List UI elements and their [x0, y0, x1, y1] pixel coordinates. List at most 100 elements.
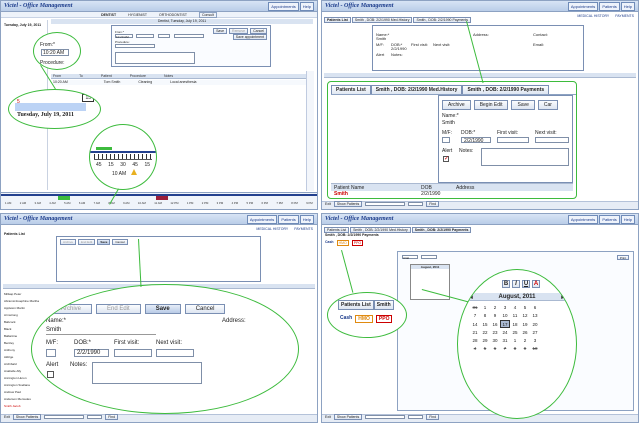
show-patients-button[interactable]: Show Patients — [12, 414, 42, 420]
calendar-day[interactable]: 10 — [500, 312, 510, 320]
calendar-day[interactable]: 6 — [490, 345, 500, 353]
calendar-day[interactable]: 31 — [500, 337, 510, 345]
next-visit-input[interactable] — [156, 349, 194, 357]
appointment-marker[interactable] — [156, 196, 168, 200]
find-button[interactable]: Find — [426, 201, 440, 207]
zoom-tab-cash[interactable]: Cash — [340, 315, 352, 323]
table-row[interactable]: 10:20 AM Tom Smith Cleaning Local anesth… — [53, 80, 313, 85]
find-input[interactable] — [408, 415, 424, 419]
tab-dentist[interactable]: DENTIST — [101, 13, 116, 17]
calendar-day[interactable]: 3 — [500, 304, 510, 312]
appointments-button[interactable]: Appointments — [567, 214, 599, 224]
calendar-day[interactable]: 19 — [520, 321, 530, 329]
calendar-day[interactable]: 5 — [480, 345, 490, 353]
calendar-day[interactable]: 28 — [470, 337, 480, 345]
calendar-day[interactable]: 16 — [490, 321, 500, 329]
calendar-day[interactable]: 21 — [470, 329, 480, 337]
calendar-day[interactable]: 7 — [500, 345, 510, 353]
procedure-field-small[interactable] — [115, 44, 155, 48]
zoom-begin-edit-button[interactable]: Begin Edit — [473, 100, 509, 110]
zoom-save-button[interactable]: Save — [511, 100, 535, 110]
calendar-day[interactable]: 10 — [530, 345, 540, 353]
italic-button[interactable]: I — [512, 280, 520, 288]
page-selector[interactable] — [44, 415, 85, 419]
show-patients-button[interactable]: Show Patients — [333, 201, 363, 207]
tab-hmo[interactable]: HMO — [336, 240, 349, 246]
page-selector[interactable] — [365, 415, 406, 419]
zoom-alert-checkbox[interactable]: ✓ — [443, 156, 449, 162]
zoom-mf-input[interactable] — [442, 137, 450, 143]
list-item[interactable]: Millsap Peter — [4, 291, 54, 298]
size-select[interactable] — [421, 255, 437, 259]
list-item[interactable]: Appleton Martin — [4, 305, 54, 312]
calendar-day[interactable]: 3 — [530, 337, 540, 345]
save-button[interactable]: Save — [213, 28, 228, 34]
calendar-day[interactable]: 9 — [520, 345, 530, 353]
list-item[interactable]: Anderson Mercedes — [4, 396, 54, 403]
zoom-dob-input[interactable]: 2/2/1990 — [461, 137, 491, 144]
mini-save-button[interactable]: Save — [97, 239, 111, 245]
calendar-day[interactable]: 11 — [510, 312, 520, 320]
calendar-day[interactable]: 13 — [530, 312, 540, 320]
next-month-icon[interactable]: ▶ — [561, 293, 566, 300]
appointments-button[interactable]: Appointments — [268, 1, 299, 11]
list-item[interactable]: Annington Svellana — [4, 382, 54, 389]
calendar-day[interactable]: 18 — [510, 321, 520, 329]
help-button[interactable]: Help — [299, 1, 314, 11]
tab-payments[interactable]: Smith , DOB: 2/2/1990 Payments — [411, 227, 472, 233]
zoom-first-visit-input[interactable] — [497, 137, 529, 143]
find-input[interactable] — [87, 415, 103, 419]
help-button[interactable]: Help — [299, 214, 314, 224]
list-item[interactable]: Abrams/Josephine Martha — [4, 298, 54, 305]
calendar-day[interactable]: 17 — [500, 320, 510, 328]
font-select[interactable]: Arial — [402, 255, 418, 260]
tab-hygienist[interactable]: HYGIENIST — [128, 13, 147, 17]
calendar-day[interactable]: 30 — [490, 337, 500, 345]
notes-field-small[interactable] — [115, 52, 195, 64]
zoom-notes-input[interactable] — [481, 148, 569, 166]
calendar-day[interactable]: 22 — [480, 329, 490, 337]
bold-button[interactable]: B — [502, 280, 510, 288]
to-field-small[interactable] — [136, 34, 154, 38]
exit-link[interactable]: Exit — [325, 202, 331, 206]
medical-history-link[interactable]: MEDICAL HISTORY — [256, 227, 288, 231]
zoom-tab-smith[interactable]: Smith — [373, 300, 394, 310]
calendar-day[interactable]: 20 — [530, 321, 540, 329]
calendar-day[interactable]: 26 — [520, 329, 530, 337]
calendar-day[interactable]: 15 — [480, 321, 490, 329]
tab-patients-list[interactable]: Patients List — [324, 17, 351, 23]
payments-link[interactable]: PAYMENTS — [615, 14, 634, 18]
zoom-tab-hmo[interactable]: HMO — [355, 315, 373, 323]
zoom-appointment-marker[interactable] — [96, 147, 112, 150]
zoom-selected-day[interactable] — [15, 103, 86, 111]
tab-med-history[interactable]: Smith , DOB: 2/2/1990 Med.History — [351, 17, 413, 23]
zoom-tab-patients-list[interactable]: Patients List — [338, 300, 374, 310]
font-color-button[interactable]: A — [532, 280, 540, 288]
underline-button[interactable]: U — [522, 280, 530, 288]
notes-input[interactable] — [92, 362, 202, 384]
dob-input[interactable]: 2/2/1990 — [74, 349, 109, 357]
calendar-day[interactable]: 6 — [530, 304, 540, 312]
calendar-day[interactable]: 7 — [470, 312, 480, 320]
calendar-day[interactable]: 2 — [520, 337, 530, 345]
calendar-day[interactable]: 12 — [520, 312, 530, 320]
find-input[interactable] — [408, 202, 424, 206]
zoom-from-input[interactable]: 10:20 AM — [41, 49, 69, 56]
zoom-archive-button[interactable]: Archive — [442, 100, 471, 110]
calendar-day[interactable]: 8 — [510, 345, 520, 353]
exit-link[interactable]: Exit — [4, 415, 10, 419]
mini-end-edit-button[interactable]: End Edit — [78, 239, 96, 245]
exit-link[interactable]: Exit — [325, 415, 331, 419]
tab-cash[interactable]: Cash — [325, 240, 334, 246]
calendar-day[interactable]: 31 — [470, 304, 480, 312]
first-visit-input[interactable] — [114, 349, 152, 357]
mini-archive-button[interactable]: Archive — [60, 239, 77, 245]
medical-history-link[interactable]: MEDICAL HISTORY — [577, 14, 609, 18]
calendar-day[interactable]: 9 — [490, 312, 500, 320]
zoom-cancel-button[interactable]: Car — [537, 100, 558, 110]
vertical-scrollbar[interactable] — [306, 71, 314, 191]
patients-button[interactable]: Patients — [599, 1, 620, 11]
alert-checkbox[interactable] — [47, 371, 54, 378]
tab-payments[interactable]: Smith , DOB: 2/2/1990 Payments — [413, 17, 472, 23]
payments-link[interactable]: PAYMENTS — [294, 227, 313, 231]
